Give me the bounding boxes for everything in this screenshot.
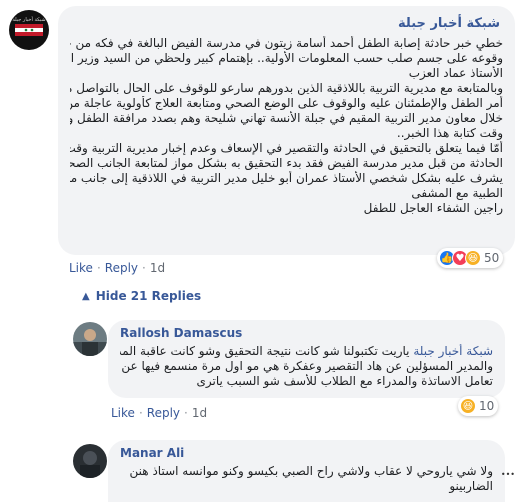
comment-body: خطيٍ خبر حادثة إصابة الطفل أحمد أسامة زي… [70, 36, 503, 216]
reply-line: شبكة أخبار جبلة ياريت تكتبولنا شو كانت ن… [120, 344, 493, 359]
collapse-arrow-icon: ▲ [82, 290, 90, 302]
comment-line: وقوعه على جسم صلب حسب المعلومات الأولية.… [70, 51, 503, 65]
reply-link[interactable]: Reply [147, 406, 180, 420]
reply-body: شبكة أخبار جبلة ياريت تكتبولنا شو كانت ن… [120, 344, 493, 389]
hide-replies-label: Hide 21 Replies [95, 289, 202, 303]
comment-line: خلال معاون مدير التربية المقيم في جبلة ا… [70, 111, 503, 125]
comment-line: وقت كتابة هذا الخبر.. [396, 126, 503, 140]
separator: · [96, 261, 101, 275]
comment-actions: Like · Reply · 1d [69, 261, 165, 275]
comment-line: أمّا فيما يتعلق بالتحقيق في الحادثة والت… [70, 141, 503, 155]
reply-author[interactable]: Rallosh Damascus [120, 326, 242, 340]
like-link[interactable]: Like [69, 261, 93, 275]
reply-bubble: Manar Ali ولا شي ياروحي لا عقاب ولاشي را… [108, 440, 505, 502]
comment-line: الأستاذ عماد العزب [408, 66, 503, 80]
page-avatar[interactable]: شبكة أخبار جبلة [9, 10, 49, 50]
reaction-pill[interactable]: 😆 10 [458, 396, 499, 416]
comment-line: الطبية مع المشفى [411, 186, 503, 200]
separator: · [142, 261, 146, 275]
separator: · [184, 406, 188, 420]
comment-line: أمر الطفل والإطمئنان عليه والوقوف على ال… [70, 96, 503, 110]
comment-line: وبالمتابعة مع مديرية التربية باللاذقية ا… [70, 81, 503, 95]
reaction-pill[interactable]: 👍 ♥ 😆 50 [437, 248, 504, 268]
reply-avatar[interactable] [73, 444, 107, 478]
reply-avatar[interactable] [73, 322, 107, 356]
reply-body: ولا شي ياروحي لا عقاب ولاشي راح الصبي بك… [120, 464, 493, 494]
haha-reaction-icon: 😆 [465, 250, 481, 266]
reaction-count: 50 [484, 251, 500, 265]
reply-bubble: Rallosh Damascus شبكة أخبار جبلة ياريت ت… [108, 320, 505, 398]
like-link[interactable]: Like [111, 406, 135, 420]
reply-actions: Like · Reply · 1d [111, 406, 207, 420]
comment-line: راجين الشفاء العاجل للطفل [363, 201, 503, 215]
timestamp[interactable]: 1d [150, 261, 165, 275]
comment-line: الحادثة من قبل مدير مدرسة الفيض فقد بدء … [70, 156, 503, 170]
hide-replies-link[interactable]: ▲ Hide 21 Replies [82, 289, 201, 303]
timestamp[interactable]: 1d [192, 406, 207, 420]
comment-author[interactable]: شبكة أخبار جبلة [398, 16, 500, 31]
haha-reaction-icon: 😆 [460, 398, 476, 414]
reply-text: ياريت تكتبولنا شو كانت نتيجة التحقيق وشو… [120, 344, 410, 358]
reply-line: والمدير المسؤلين عن هاد التقصير وعفكرة ه… [120, 359, 493, 373]
reply-line: الضاربينو [449, 479, 493, 493]
reply-line: تعامل الاساتذة والمدراء مع الطلاب للأسف … [196, 374, 493, 388]
reply-author[interactable]: Manar Ali [120, 446, 184, 460]
mention-tag[interactable]: شبكة أخبار جبلة [413, 344, 493, 358]
reaction-count: 10 [479, 399, 495, 413]
more-options-icon[interactable]: ••• [501, 470, 515, 479]
main-comment-bubble: شبكة أخبار جبلة خطيٍ خبر حادثة إصابة الط… [58, 6, 515, 255]
avatar-logo-text: شبكة أخبار جبلة [12, 16, 45, 23]
reply-line: ولا شي ياروحي لا عقاب ولاشي راح الصبي بك… [129, 464, 493, 478]
reply-link[interactable]: Reply [105, 261, 138, 275]
comment-line: خطيٍ خبر حادثة إصابة الطفل أحمد أسامة زي… [70, 36, 503, 50]
separator: · [138, 406, 143, 420]
comment-line: يشرف عليه بشكل شخصي الأستاذ عمران أبو خل… [70, 171, 503, 185]
